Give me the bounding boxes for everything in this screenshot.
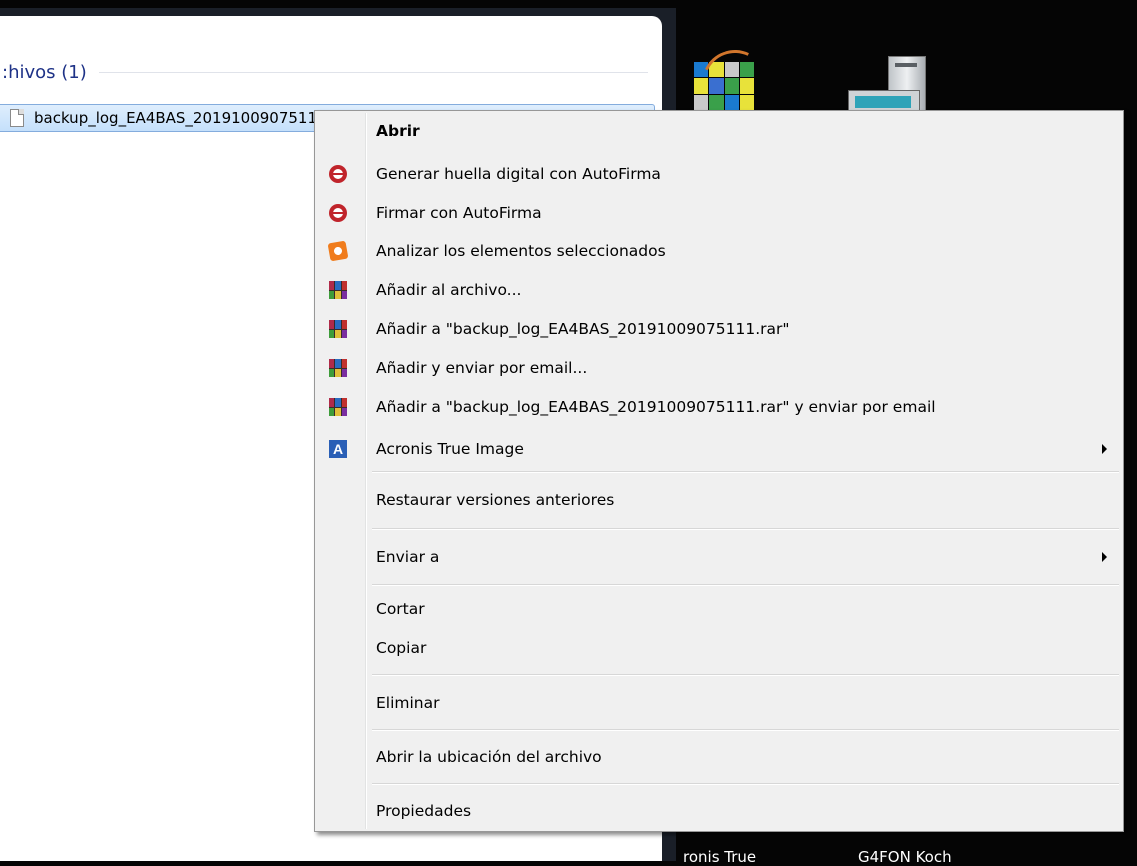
menu-item-label: Analizar los elementos seleccionados: [376, 242, 666, 260]
menu-item-analizar[interactable]: Analizar los elementos seleccionados: [317, 233, 1121, 269]
menu-separator: [372, 471, 1119, 473]
menu-separator: [372, 783, 1119, 785]
menu-item-label: Abrir la ubicación del archivo: [376, 748, 602, 766]
submenu-arrow-icon: [1102, 552, 1107, 562]
menu-item-anadir-rar[interactable]: Añadir a "backup_log_EA4BAS_201910090751…: [317, 311, 1121, 347]
menu-item-label: Añadir y enviar por email...: [376, 359, 588, 377]
desktop-icon-label-2[interactable]: G4FON Koch: [858, 848, 952, 866]
file-icon: [10, 109, 24, 127]
menu-item-label: Generar huella digital con AutoFirma: [376, 165, 661, 183]
menu-item-eliminar[interactable]: Eliminar: [317, 685, 1121, 721]
menu-item-label: Cortar: [376, 600, 425, 618]
winrar-icon: [329, 398, 347, 416]
group-title: :hivos (1): [2, 61, 87, 83]
submenu-arrow-icon: [1102, 444, 1107, 454]
menu-item-label: Copiar: [376, 639, 427, 657]
winrar-icon: [329, 281, 347, 299]
desktop-icon-label-1[interactable]: ronis True: [683, 848, 756, 866]
acronis-icon: A: [329, 440, 347, 458]
menu-item-propiedades[interactable]: Propiedades: [317, 793, 1121, 829]
menu-separator: [372, 584, 1119, 586]
menu-separator: [372, 729, 1119, 731]
menu-item-label: Acronis True Image: [376, 440, 524, 458]
menu-item-enviar-a[interactable]: Enviar a: [317, 539, 1121, 575]
acronis-desktop-icon[interactable]: [686, 40, 778, 126]
menu-item-label: Firmar con AutoFirma: [376, 204, 542, 222]
menu-item-generar-huella[interactable]: Generar huella digital con AutoFirma: [317, 156, 1121, 192]
group-divider: [98, 71, 648, 73]
avast-icon: [327, 240, 349, 262]
menu-item-copiar[interactable]: Copiar: [317, 630, 1121, 666]
menu-item-anadir-email[interactable]: Añadir y enviar por email...: [317, 350, 1121, 386]
menu-item-acronis[interactable]: A Acronis True Image: [317, 431, 1121, 467]
menu-item-label: Propiedades: [376, 802, 472, 820]
menu-item-label: Añadir al archivo...: [376, 281, 522, 299]
menu-item-anadir-rar-email[interactable]: Añadir a "backup_log_EA4BAS_201910090751…: [317, 389, 1121, 425]
menu-item-abrir[interactable]: Abrir: [317, 113, 1121, 149]
menu-item-label: Eliminar: [376, 694, 440, 712]
winrar-icon: [329, 359, 347, 377]
menu-item-firmar[interactable]: Firmar con AutoFirma: [317, 195, 1121, 231]
menu-item-abrir-ubicacion[interactable]: Abrir la ubicación del archivo: [317, 739, 1121, 775]
menu-item-label: Enviar a: [376, 548, 440, 566]
autofirma-icon: [329, 204, 347, 222]
menu-item-anadir-archivo[interactable]: Añadir al archivo...: [317, 272, 1121, 308]
group-header[interactable]: :hivos (1): [0, 58, 662, 86]
menu-separator: [372, 528, 1119, 530]
menu-item-label: Abrir: [376, 122, 420, 140]
context-menu: Abrir Generar huella digital con AutoFir…: [314, 110, 1124, 832]
autofirma-icon: [329, 165, 347, 183]
menu-item-label: Añadir a "backup_log_EA4BAS_201910090751…: [376, 320, 790, 338]
menu-item-cortar[interactable]: Cortar: [317, 591, 1121, 627]
winrar-icon: [329, 320, 347, 338]
menu-item-restaurar[interactable]: Restaurar versiones anteriores: [317, 482, 1121, 518]
menu-separator: [372, 674, 1119, 676]
menu-item-label: Añadir a "backup_log_EA4BAS_201910090751…: [376, 398, 936, 416]
computer-desktop-icon[interactable]: [848, 56, 938, 118]
menu-item-label: Restaurar versiones anteriores: [376, 491, 615, 509]
